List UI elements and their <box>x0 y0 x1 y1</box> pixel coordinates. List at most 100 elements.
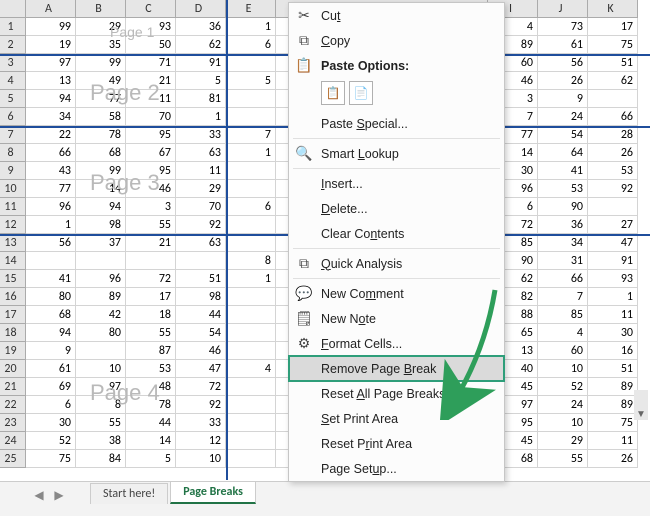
row-hdr[interactable]: 4 <box>0 72 26 90</box>
cell-J7[interactable]: 54 <box>538 126 588 144</box>
cell-E6[interactable] <box>226 108 276 126</box>
cell-C10[interactable]: 46 <box>126 180 176 198</box>
menu-delete[interactable]: Delete... <box>289 196 504 221</box>
cell-D19[interactable]: 46 <box>176 342 226 360</box>
cell-J12[interactable]: 36 <box>538 216 588 234</box>
cell-C13[interactable]: 21 <box>126 234 176 252</box>
row-hdr[interactable]: 22 <box>0 396 26 414</box>
cell-B25[interactable]: 84 <box>76 450 126 468</box>
row-hdr[interactable]: 3 <box>0 54 26 72</box>
cell-D4[interactable]: 5 <box>176 72 226 90</box>
cell-B6[interactable]: 58 <box>76 108 126 126</box>
cell-A15[interactable]: 41 <box>26 270 76 288</box>
cell-D6[interactable]: 1 <box>176 108 226 126</box>
cell-B13[interactable]: 37 <box>76 234 126 252</box>
cell-B15[interactable]: 96 <box>76 270 126 288</box>
cell-J11[interactable]: 90 <box>538 198 588 216</box>
cell-E13[interactable] <box>226 234 276 252</box>
select-all-corner[interactable] <box>0 0 26 18</box>
cell-A4[interactable]: 13 <box>26 72 76 90</box>
row-hdr[interactable]: 21 <box>0 378 26 396</box>
cell-J17[interactable]: 85 <box>538 306 588 324</box>
col-hdr-D[interactable]: D <box>176 0 226 18</box>
cell-A19[interactable]: 9 <box>26 342 76 360</box>
cell-A24[interactable]: 52 <box>26 432 76 450</box>
cell-D24[interactable]: 12 <box>176 432 226 450</box>
cell-A16[interactable]: 80 <box>26 288 76 306</box>
cell-B2[interactable]: 35 <box>76 36 126 54</box>
cell-D9[interactable]: 11 <box>176 162 226 180</box>
cell-C20[interactable]: 53 <box>126 360 176 378</box>
cell-E9[interactable] <box>226 162 276 180</box>
cell-D11[interactable]: 70 <box>176 198 226 216</box>
row-hdr[interactable]: 16 <box>0 288 26 306</box>
cell-E5[interactable] <box>226 90 276 108</box>
cell-K23[interactable]: 75 <box>588 414 638 432</box>
menu-set-print-area[interactable]: Set Print Area <box>289 406 504 431</box>
col-hdr-B[interactable]: B <box>76 0 126 18</box>
menu-format-cells[interactable]: ⚙ Format Cells... <box>289 331 504 356</box>
cell-D16[interactable]: 98 <box>176 288 226 306</box>
cell-B7[interactable]: 78 <box>76 126 126 144</box>
cell-E23[interactable] <box>226 414 276 432</box>
menu-new-note[interactable]: 🗒 New Note <box>289 306 504 331</box>
cell-A13[interactable]: 56 <box>26 234 76 252</box>
menu-cut[interactable]: ✂ Cut <box>289 3 504 28</box>
cell-E21[interactable] <box>226 378 276 396</box>
cell-C19[interactable]: 87 <box>126 342 176 360</box>
cell-E15[interactable]: 1 <box>226 270 276 288</box>
cell-A18[interactable]: 94 <box>26 324 76 342</box>
row-hdr[interactable]: 8 <box>0 144 26 162</box>
cell-A17[interactable]: 68 <box>26 306 76 324</box>
cell-J14[interactable]: 31 <box>538 252 588 270</box>
cell-K3[interactable]: 51 <box>588 54 638 72</box>
cell-A22[interactable]: 6 <box>26 396 76 414</box>
cell-J4[interactable]: 26 <box>538 72 588 90</box>
cell-C17[interactable]: 18 <box>126 306 176 324</box>
cell-A25[interactable]: 75 <box>26 450 76 468</box>
cell-K13[interactable]: 47 <box>588 234 638 252</box>
cell-A11[interactable]: 96 <box>26 198 76 216</box>
cell-E2[interactable]: 6 <box>226 36 276 54</box>
cell-A21[interactable]: 69 <box>26 378 76 396</box>
cell-K7[interactable]: 28 <box>588 126 638 144</box>
cell-J1[interactable]: 73 <box>538 18 588 36</box>
cell-D10[interactable]: 29 <box>176 180 226 198</box>
cell-J2[interactable]: 61 <box>538 36 588 54</box>
cell-A1[interactable]: 99 <box>26 18 76 36</box>
cell-A7[interactable]: 22 <box>26 126 76 144</box>
cell-A23[interactable]: 30 <box>26 414 76 432</box>
cell-K20[interactable]: 51 <box>588 360 638 378</box>
row-hdr[interactable]: 14 <box>0 252 26 270</box>
row-hdr[interactable]: 19 <box>0 342 26 360</box>
cell-J16[interactable]: 7 <box>538 288 588 306</box>
cell-E14[interactable]: 8 <box>226 252 276 270</box>
menu-page-setup[interactable]: Page Setup... <box>289 456 504 481</box>
menu-clear[interactable]: Clear Contents <box>289 221 504 246</box>
cell-B16[interactable]: 89 <box>76 288 126 306</box>
cell-K22[interactable]: 89 <box>588 396 638 414</box>
row-hdr[interactable]: 7 <box>0 126 26 144</box>
row-hdr[interactable]: 25 <box>0 450 26 468</box>
cell-D2[interactable]: 62 <box>176 36 226 54</box>
cell-J8[interactable]: 64 <box>538 144 588 162</box>
menu-reset-page-breaks[interactable]: Reset All Page Breaks <box>289 381 504 406</box>
menu-insert[interactable]: Insert... <box>289 171 504 196</box>
cell-E1[interactable]: 1 <box>226 18 276 36</box>
cell-D18[interactable]: 54 <box>176 324 226 342</box>
cell-J23[interactable]: 10 <box>538 414 588 432</box>
cell-E18[interactable] <box>226 324 276 342</box>
cell-D14[interactable] <box>176 252 226 270</box>
cell-B10[interactable]: 14 <box>76 180 126 198</box>
col-hdr-C[interactable]: C <box>126 0 176 18</box>
row-hdr[interactable]: 17 <box>0 306 26 324</box>
cell-E25[interactable] <box>226 450 276 468</box>
cell-C16[interactable]: 17 <box>126 288 176 306</box>
cell-K10[interactable]: 92 <box>588 180 638 198</box>
cell-E10[interactable] <box>226 180 276 198</box>
cell-B18[interactable]: 80 <box>76 324 126 342</box>
row-hdr[interactable]: 11 <box>0 198 26 216</box>
cell-D7[interactable]: 33 <box>176 126 226 144</box>
row-hdr[interactable]: 20 <box>0 360 26 378</box>
cell-A8[interactable]: 66 <box>26 144 76 162</box>
